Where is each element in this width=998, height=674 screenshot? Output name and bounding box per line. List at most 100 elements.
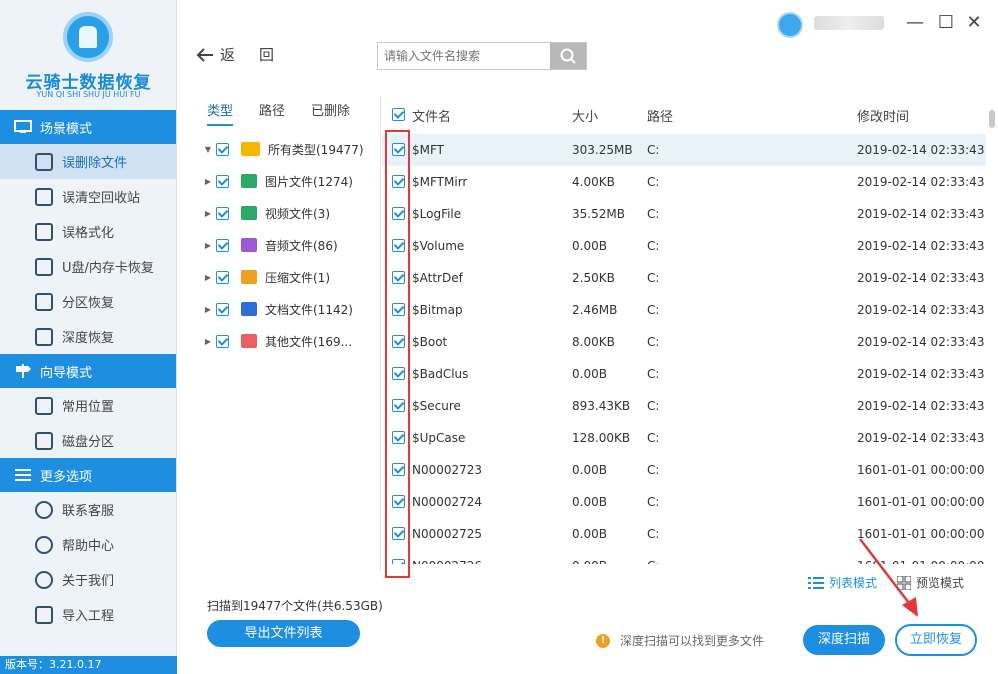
- tree-checkbox[interactable]: [216, 238, 229, 252]
- expand-right-icon[interactable]: ▶: [200, 209, 216, 218]
- folder-icon: [241, 142, 260, 156]
- expand-right-icon[interactable]: ▶: [200, 273, 216, 282]
- nav-contact-support[interactable]: 联系客服: [0, 492, 176, 527]
- nav-usb-card[interactable]: U盘/内存卡恢复: [0, 249, 176, 284]
- table-row[interactable]: $BadClus 0.00B C: 2019-02-14 02:33:43: [382, 358, 986, 390]
- menu-icon: [15, 469, 31, 481]
- table-row[interactable]: N00002724 0.00B C: 1601-01-01 00:00:00: [382, 486, 986, 518]
- row-checkbox[interactable]: [392, 527, 405, 540]
- nav-format[interactable]: 误格式化: [0, 214, 176, 249]
- maximize-icon[interactable]: ☐: [936, 12, 956, 33]
- row-checkbox[interactable]: [392, 239, 405, 252]
- partition-icon: [35, 292, 53, 311]
- table-row[interactable]: $Bitmap 2.46MB C: 2019-02-14 02:33:43: [382, 294, 986, 326]
- expand-right-icon[interactable]: ▶: [200, 305, 216, 314]
- expand-right-icon[interactable]: ▶: [200, 337, 216, 346]
- row-checkbox[interactable]: [392, 271, 405, 284]
- nav-partition[interactable]: 分区恢复: [0, 284, 176, 319]
- nav-deleted-files[interactable]: 误删除文件: [0, 144, 176, 179]
- nav-about-us[interactable]: 关于我们: [0, 562, 176, 597]
- select-all-checkbox[interactable]: [392, 108, 405, 121]
- scrollbar[interactable]: [989, 110, 995, 128]
- recover-now-button[interactable]: 立即恢复: [895, 624, 977, 656]
- tree-label: 音频文件(86): [265, 238, 338, 253]
- search-button[interactable]: [550, 43, 586, 69]
- nav-help-center[interactable]: 帮助中心: [0, 527, 176, 562]
- table-row[interactable]: N00002723 0.00B C: 1601-01-01 00:00:00: [382, 454, 986, 486]
- file-size: 128.00KB: [572, 431, 631, 445]
- file-path: C:: [647, 143, 660, 157]
- nav-import-project[interactable]: 导入工程: [0, 597, 176, 632]
- nav-common-locations[interactable]: 常用位置: [0, 388, 176, 423]
- row-checkbox[interactable]: [392, 175, 405, 188]
- nav-label: 帮助中心: [62, 539, 115, 554]
- row-checkbox[interactable]: [392, 303, 405, 316]
- expand-down-icon[interactable]: ▼: [200, 145, 216, 154]
- col-path[interactable]: 路径: [647, 106, 673, 125]
- tree-checkbox[interactable]: [216, 142, 229, 156]
- table-row[interactable]: $LogFile 35.52MB C: 2019-02-14 02:33:43: [382, 198, 986, 230]
- list-mode-button[interactable]: 列表模式: [808, 574, 877, 591]
- tree-item[interactable]: ▶ 图片文件(1274): [200, 165, 380, 197]
- table-row[interactable]: $Boot 8.00KB C: 2019-02-14 02:33:43: [382, 326, 986, 358]
- file-name: $Bitmap: [412, 303, 463, 317]
- nav-deep-recovery[interactable]: 深度恢复: [0, 319, 176, 354]
- table-row[interactable]: $AttrDef 2.50KB C: 2019-02-14 02:33:43: [382, 262, 986, 294]
- row-checkbox[interactable]: [392, 143, 405, 156]
- table-row[interactable]: N00002726 0.00B C: 1601-01-01 00:00:00: [382, 550, 986, 564]
- row-checkbox[interactable]: [392, 207, 405, 220]
- tree-checkbox[interactable]: [216, 206, 229, 220]
- sidebar: 云骑士数据恢复 YUN QI SHI SHU JU HUI FU 场景模式 误删…: [0, 0, 177, 674]
- table-row[interactable]: $UpCase 128.00KB C: 2019-02-14 02:33:43: [382, 422, 986, 454]
- deep-scan-button[interactable]: 深度扫描: [803, 625, 885, 655]
- search-input[interactable]: [378, 43, 550, 69]
- tree-item[interactable]: ▶ 文档文件(1142): [200, 293, 380, 325]
- tab-type[interactable]: 类型: [207, 100, 234, 126]
- col-name[interactable]: 文件名: [412, 106, 451, 125]
- row-checkbox[interactable]: [392, 335, 405, 348]
- windows-icon: [35, 396, 53, 415]
- tree-checkbox[interactable]: [216, 270, 229, 284]
- expand-right-icon[interactable]: ▶: [200, 177, 216, 186]
- tab-deleted[interactable]: 已删除: [311, 100, 350, 126]
- row-checkbox[interactable]: [392, 367, 405, 380]
- table-row[interactable]: $Secure 893.43KB C: 2019-02-14 02:33:43: [382, 390, 986, 422]
- table-row[interactable]: $MFT 303.25MB C: 2019-02-14 02:33:43: [382, 134, 986, 166]
- col-size[interactable]: 大小: [572, 106, 598, 125]
- tree-checkbox[interactable]: [216, 174, 229, 188]
- user-avatar[interactable]: [777, 12, 803, 38]
- file-path: C:: [647, 271, 660, 285]
- file-name: N00002725: [412, 527, 483, 541]
- expand-right-icon[interactable]: ▶: [200, 241, 216, 250]
- tree-checkbox[interactable]: [216, 302, 229, 316]
- row-checkbox[interactable]: [392, 399, 405, 412]
- table-row[interactable]: N00002725 0.00B C: 1601-01-01 00:00:00: [382, 518, 986, 550]
- row-checkbox[interactable]: [392, 495, 405, 508]
- row-checkbox[interactable]: [392, 559, 405, 564]
- table-row[interactable]: $MFTMirr 4.00KB C: 2019-02-14 02:33:43: [382, 166, 986, 198]
- file-path: C:: [647, 399, 660, 413]
- nav-disk-partition[interactable]: 磁盘分区: [0, 423, 176, 458]
- export-list-button[interactable]: 导出文件列表: [207, 620, 360, 647]
- tab-path[interactable]: 路径: [259, 100, 285, 126]
- recycle-icon: [35, 187, 53, 206]
- file-name: $BadClus: [412, 367, 469, 381]
- table-row[interactable]: $Volume 0.00B C: 2019-02-14 02:33:43: [382, 230, 986, 262]
- col-mtime[interactable]: 修改时间: [857, 106, 909, 125]
- row-checkbox[interactable]: [392, 463, 405, 476]
- nav-recycle-bin[interactable]: 误清空回收站: [0, 179, 176, 214]
- file-size: 8.00KB: [572, 335, 615, 349]
- tree-item[interactable]: ▶ 音频文件(86): [200, 229, 380, 261]
- back-button[interactable]: 返 回: [196, 44, 274, 65]
- preview-mode-button[interactable]: 预览模式: [897, 574, 964, 591]
- minimize-icon[interactable]: —: [905, 12, 925, 33]
- tree-root[interactable]: ▼ 所有类型(19477): [200, 133, 380, 165]
- tree-checkbox[interactable]: [216, 334, 229, 348]
- row-checkbox[interactable]: [392, 431, 405, 444]
- back-label-2: 回: [259, 46, 275, 64]
- tree-item[interactable]: ▶ 其他文件(169...: [200, 325, 380, 357]
- close-icon[interactable]: ✕: [964, 12, 984, 33]
- tree-item[interactable]: ▶ 视频文件(3): [200, 197, 380, 229]
- tree-item[interactable]: ▶ 压缩文件(1): [200, 261, 380, 293]
- file-name: $AttrDef: [412, 271, 463, 285]
